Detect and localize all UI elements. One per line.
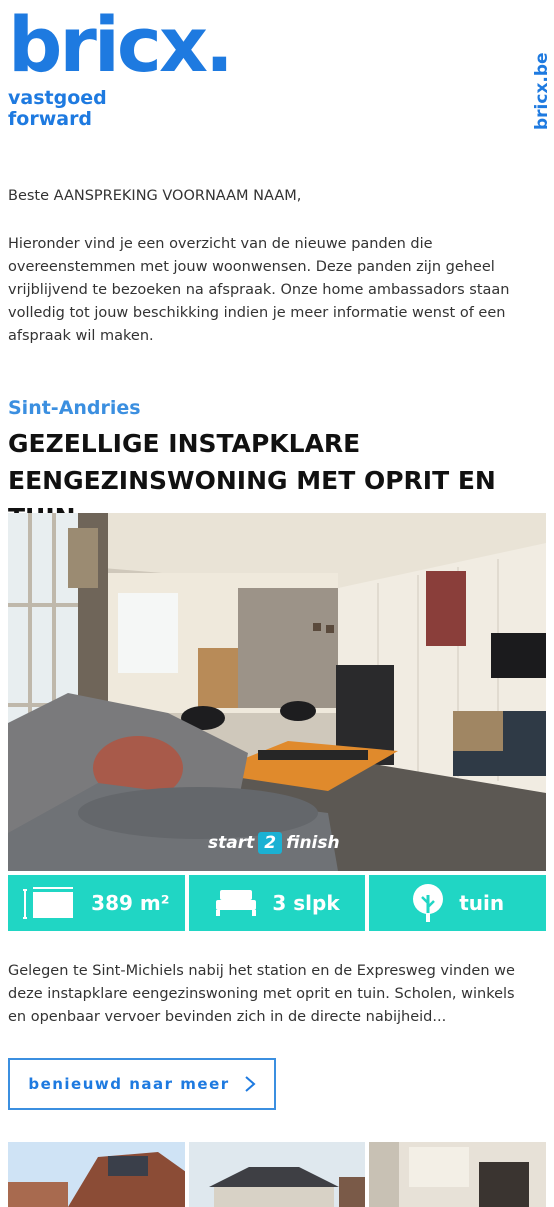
read-more-label[interactable]: benieuwd naar meer bbox=[28, 1075, 229, 1093]
feature-bedrooms: 3 slpk bbox=[188, 875, 366, 931]
website-link-text[interactable]: bricx.be bbox=[532, 52, 552, 130]
badge-number: 2 bbox=[258, 832, 283, 854]
listing-location: Sint-Andries bbox=[8, 397, 141, 419]
email-header: bricx. vastgoed forward bricx.be bbox=[0, 0, 554, 150]
tagline-line-2: forward bbox=[8, 108, 93, 130]
listing-description: Gelegen te Sint-Michiels nabij het stati… bbox=[8, 963, 515, 1025]
start2finish-badge: start 2 finish bbox=[208, 832, 340, 854]
next-listings-thumbnails bbox=[8, 1142, 547, 1207]
thumbnail-2[interactable] bbox=[188, 1142, 366, 1207]
feature-area: 389 m² bbox=[8, 875, 185, 931]
bed-icon bbox=[216, 890, 257, 916]
area-icon bbox=[23, 887, 74, 919]
tagline-line-1: vastgoed bbox=[8, 87, 107, 109]
greeting: Beste AANSPREKING VOORNAAM NAAM, bbox=[8, 188, 302, 204]
thumbnail-1[interactable] bbox=[8, 1142, 185, 1207]
bricx-logo[interactable]: bricx. bbox=[8, 2, 234, 88]
feature-area-label: 389 m² bbox=[91, 891, 170, 915]
feature-bedrooms-label: 3 slpk bbox=[272, 891, 340, 915]
website-link[interactable]: bricx.be bbox=[528, 52, 552, 136]
feature-garden-label: tuin bbox=[459, 891, 505, 915]
intro-paragraph: Hieronder vind je een overzicht van de n… bbox=[8, 236, 510, 344]
badge-suffix: finish bbox=[286, 833, 340, 853]
living-room-photo bbox=[8, 513, 546, 871]
badge-prefix: start bbox=[208, 833, 255, 853]
feature-garden: tuin bbox=[369, 875, 547, 931]
listing-photo[interactable] bbox=[8, 513, 546, 871]
thumbnail-3[interactable] bbox=[369, 1142, 547, 1207]
tree-icon bbox=[413, 884, 444, 922]
read-more-button[interactable]: benieuwd naar meer bbox=[8, 1058, 276, 1110]
chevron-right-icon bbox=[244, 1076, 256, 1092]
brand-tagline: vastgoed forward bbox=[8, 88, 107, 130]
listing-features: 389 m² 3 slpk tuin bbox=[8, 875, 547, 931]
